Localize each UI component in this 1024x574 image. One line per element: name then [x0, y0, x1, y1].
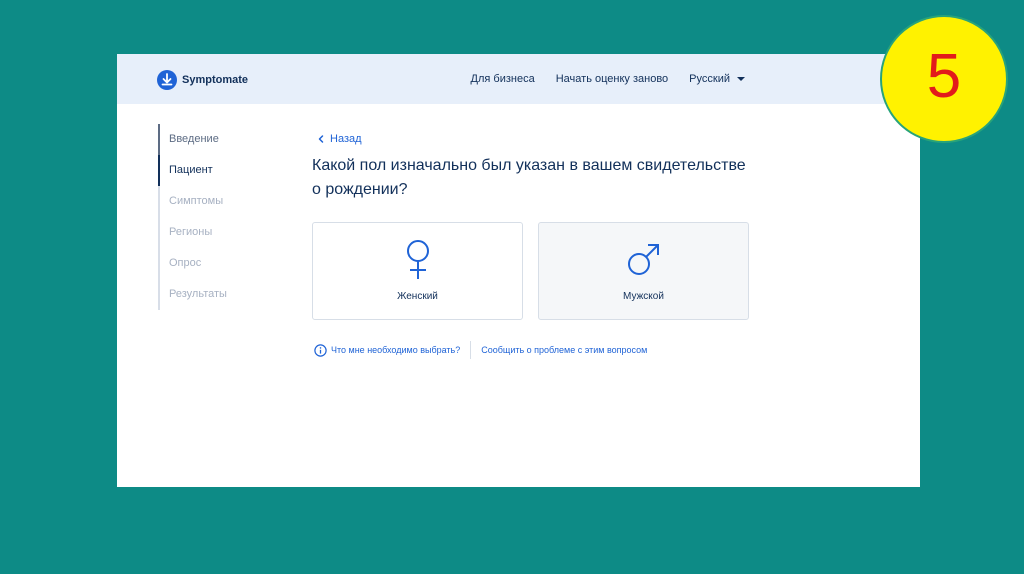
progress-steps: Введение Пациент Симптомы Регионы Опрос …	[158, 124, 227, 310]
symptomate-logo-icon	[157, 70, 177, 90]
step-indicator	[158, 155, 160, 186]
step-patient[interactable]: Пациент	[158, 155, 227, 186]
female-icon	[406, 240, 429, 279]
step-indicator	[158, 124, 160, 155]
step-symptoms: Симптомы	[160, 186, 227, 217]
step-regions: Регионы	[160, 217, 227, 248]
step-label: Регионы	[169, 226, 213, 238]
slide-number-badge: 5	[880, 15, 1008, 143]
step-label: Пациент	[169, 164, 213, 176]
step-intro[interactable]: Введение	[158, 124, 227, 155]
male-icon	[627, 244, 659, 275]
back-link[interactable]: Назад	[316, 133, 362, 145]
step-label: Введение	[169, 133, 219, 145]
language-selector[interactable]: Русский	[689, 73, 745, 85]
info-icon	[314, 343, 327, 357]
question-title: Какой пол изначально был указан в вашем …	[312, 157, 746, 198]
chevron-left-icon	[318, 135, 324, 143]
option-female-card[interactable]: Женский	[312, 222, 523, 320]
caret-down-icon	[737, 77, 745, 81]
step-label: Симптомы	[169, 195, 224, 207]
logo-text: Symptomate	[182, 74, 249, 86]
nav-business-link[interactable]: Для бизнеса	[471, 73, 535, 85]
help-link[interactable]: Что мне необходимо выбрать?	[331, 345, 460, 355]
divider	[470, 341, 472, 359]
option-label: Мужской	[623, 291, 664, 302]
top-bar: Symptomate Для бизнеса Начать оценку зан…	[117, 54, 920, 104]
option-male-card[interactable]: Мужской	[538, 222, 749, 320]
language-label: Русский	[689, 73, 730, 85]
logo[interactable]: Symptomate	[157, 70, 248, 90]
helper-links: Что мне необходимо выбрать? Сообщить о п…	[314, 341, 647, 359]
step-label: Опрос	[169, 257, 202, 269]
step-results: Результаты	[160, 279, 227, 310]
app-window: Symptomate Для бизнеса Начать оценку зан…	[117, 54, 920, 487]
nav-restart-link[interactable]: Начать оценку заново	[556, 73, 668, 85]
option-label: Женский	[397, 291, 438, 302]
step-interview: Опрос	[160, 248, 227, 279]
slide-number: 5	[926, 42, 962, 111]
back-label: Назад	[330, 133, 362, 145]
top-nav: Для бизнеса Начать оценку заново Русский	[450, 73, 745, 85]
step-label: Результаты	[169, 288, 227, 300]
report-problem-link[interactable]: Сообщить о проблеме с этим вопросом	[481, 345, 647, 355]
